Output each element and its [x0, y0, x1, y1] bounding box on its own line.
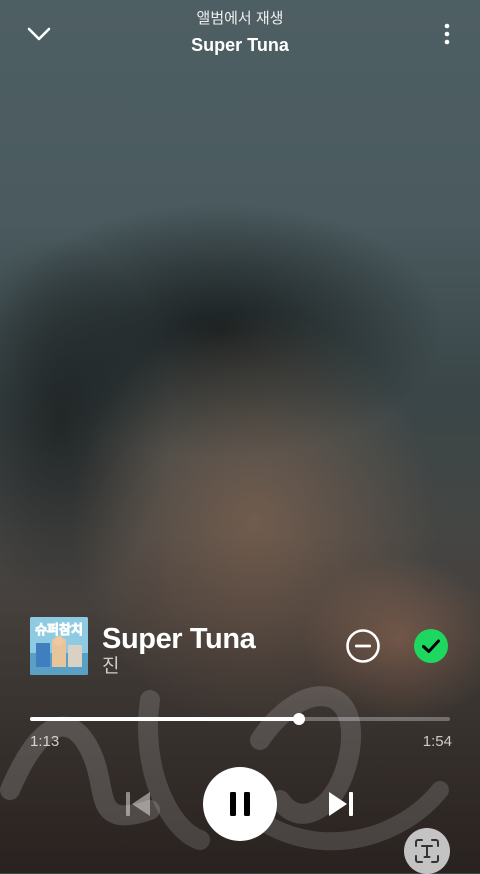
chevron-down-icon: [27, 27, 51, 41]
album-cover[interactable]: 슈퍼참치: [30, 617, 88, 675]
progress-thumb[interactable]: [292, 713, 305, 725]
next-button[interactable]: [325, 788, 357, 820]
total-time: 1:54: [422, 733, 452, 750]
text-scan-icon: [415, 839, 439, 863]
pause-icon: [230, 792, 250, 816]
progress-fill: [30, 717, 299, 721]
more-vertical-icon: [444, 23, 450, 45]
progress-bar[interactable]: [30, 713, 450, 725]
saved-to-library-button[interactable]: [413, 628, 449, 664]
previous-button[interactable]: [122, 788, 154, 820]
track-title[interactable]: Super Tuna: [102, 623, 256, 655]
text-scan-button[interactable]: [404, 828, 450, 874]
pause-button[interactable]: [203, 767, 277, 841]
playing-context: 앨범에서 재생 Super Tuna: [120, 10, 360, 56]
playback-controls: [0, 767, 480, 841]
context-title: Super Tuna: [191, 35, 289, 55]
minus-circle-icon: [346, 629, 380, 663]
track-artist[interactable]: 진: [102, 656, 119, 678]
remove-button[interactable]: [345, 628, 381, 664]
more-options-button[interactable]: [440, 20, 454, 48]
skip-next-icon: [329, 792, 353, 816]
skip-previous-icon: [126, 792, 150, 816]
track-info: 슈퍼참치 Super Tuna 진: [30, 617, 450, 677]
player-header: 앨범에서 재생 Super Tuna: [0, 0, 480, 70]
album-cover-text: 슈퍼참치: [35, 622, 83, 638]
album-cover-art: 슈퍼참치: [30, 617, 88, 675]
elapsed-time: 1:13: [30, 733, 60, 750]
collapse-button[interactable]: [22, 20, 56, 48]
check-circle-icon: [414, 629, 448, 663]
context-label: 앨범에서 재생: [196, 10, 284, 27]
